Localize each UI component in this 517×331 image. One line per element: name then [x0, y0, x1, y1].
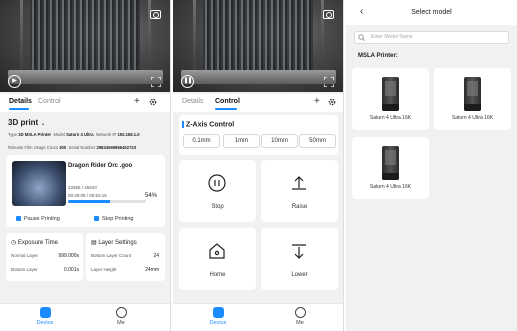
- gear-icon[interactable]: [328, 98, 336, 106]
- add-icon[interactable]: +: [134, 96, 140, 107]
- snapshot-icon[interactable]: [150, 10, 161, 19]
- select-model-screen: ‹ Select model Enter Model Name MSLA Pri…: [346, 0, 517, 331]
- tab-control[interactable]: Control: [215, 98, 240, 105]
- details-screen: ▶ Details Control + 3D print ⌄ Type 3D M…: [0, 0, 171, 331]
- step-0.1mm-button[interactable]: 0.1mm: [183, 134, 220, 148]
- raise-icon: [292, 176, 306, 190]
- play-icon[interactable]: ▶: [8, 75, 21, 88]
- stop-icon: [208, 174, 226, 192]
- step-50mm-button[interactable]: 50mm: [299, 134, 336, 148]
- fullscreen-icon[interactable]: [324, 77, 334, 87]
- time-remaining: 00:28:08 / 00:53:16: [68, 193, 107, 198]
- layer-settings-card: ▤ Layer Settings Bottom Layer Count 24 L…: [86, 233, 165, 281]
- section-title[interactable]: 3D print ⌄: [8, 118, 46, 127]
- printer-image: [382, 146, 399, 180]
- nav-me[interactable]: Me: [285, 307, 315, 326]
- device-icon: [39, 307, 51, 318]
- model-card[interactable]: Saturn 4 Ultra 16K: [434, 68, 511, 130]
- lower-button[interactable]: Lower: [261, 228, 338, 290]
- snapshot-icon[interactable]: [323, 10, 334, 19]
- home-icon: [209, 243, 225, 259]
- model-thumbnail: [12, 161, 66, 206]
- raise-button[interactable]: Raise: [261, 160, 338, 222]
- model-card[interactable]: Saturn 4 Ultra 16K: [352, 68, 429, 130]
- progress-text: 54%: [144, 193, 157, 199]
- step-1mm-button[interactable]: 1mm: [223, 134, 260, 148]
- printer-image: [382, 77, 399, 111]
- pause-printing-button[interactable]: Pause Printing: [16, 216, 60, 222]
- search-input[interactable]: Enter Model Name: [354, 31, 509, 44]
- page-title: Select model: [411, 9, 452, 16]
- stop-icon: [94, 216, 99, 222]
- tab-details[interactable]: Details: [9, 98, 32, 105]
- device-icon: [212, 307, 224, 318]
- pause-icon: [16, 216, 21, 222]
- camera-feed: ❚❚: [173, 0, 343, 92]
- bottom-nav: Device Me: [173, 303, 343, 331]
- tab-indicator: [215, 108, 237, 110]
- stop-printing-button[interactable]: Stop Printing: [94, 216, 134, 222]
- layer-count: 23355 / 45623: [68, 185, 97, 190]
- user-icon: [115, 307, 127, 318]
- model-card[interactable]: Saturn 4 Ultra 16K: [352, 137, 429, 199]
- job-name: Dragon Rider Orc .goo: [68, 163, 133, 169]
- fullscreen-icon[interactable]: [151, 77, 161, 87]
- pause-icon[interactable]: ❚❚: [181, 75, 194, 88]
- tab-details[interactable]: Details: [182, 98, 203, 105]
- stop-button[interactable]: Stop: [179, 160, 256, 222]
- add-icon[interactable]: +: [314, 96, 320, 107]
- nav-device[interactable]: Device: [203, 307, 233, 326]
- lower-icon: [292, 244, 306, 259]
- printer-info: Type 3D MSLA Printer Model Saturn 4 Ultr…: [8, 132, 140, 150]
- print-job-card: Dragon Rider Orc .goo 23355 / 45623 00:2…: [6, 155, 165, 227]
- home-button[interactable]: Home: [179, 228, 256, 290]
- gear-icon[interactable]: [149, 98, 157, 106]
- chevron-down-icon: ⌄: [40, 121, 46, 127]
- layers-icon: ▤: [91, 240, 97, 246]
- printer-image: [464, 77, 481, 111]
- step-10mm-button[interactable]: 10mm: [261, 134, 298, 148]
- bottom-nav: Device Me: [0, 303, 170, 331]
- control-screen: ❚❚ Details Control + Z-Axis Control 0.1m…: [173, 0, 344, 331]
- group-title: MSLA Printer:: [358, 53, 398, 59]
- nav-device[interactable]: Device: [30, 307, 60, 326]
- search-icon: [358, 34, 365, 41]
- zaxis-title: Z-Axis Control: [182, 121, 234, 128]
- user-icon: [294, 307, 306, 318]
- tab-indicator: [9, 108, 29, 110]
- tab-control[interactable]: Control: [38, 98, 61, 105]
- exposure-card: ◷ Exposure Time Normal Layer 999.000s Bo…: [6, 233, 83, 281]
- camera-feed: ▶: [0, 0, 170, 92]
- nav-me[interactable]: Me: [106, 307, 136, 326]
- clock-icon: ◷: [11, 240, 17, 246]
- progress-bar: [68, 200, 146, 203]
